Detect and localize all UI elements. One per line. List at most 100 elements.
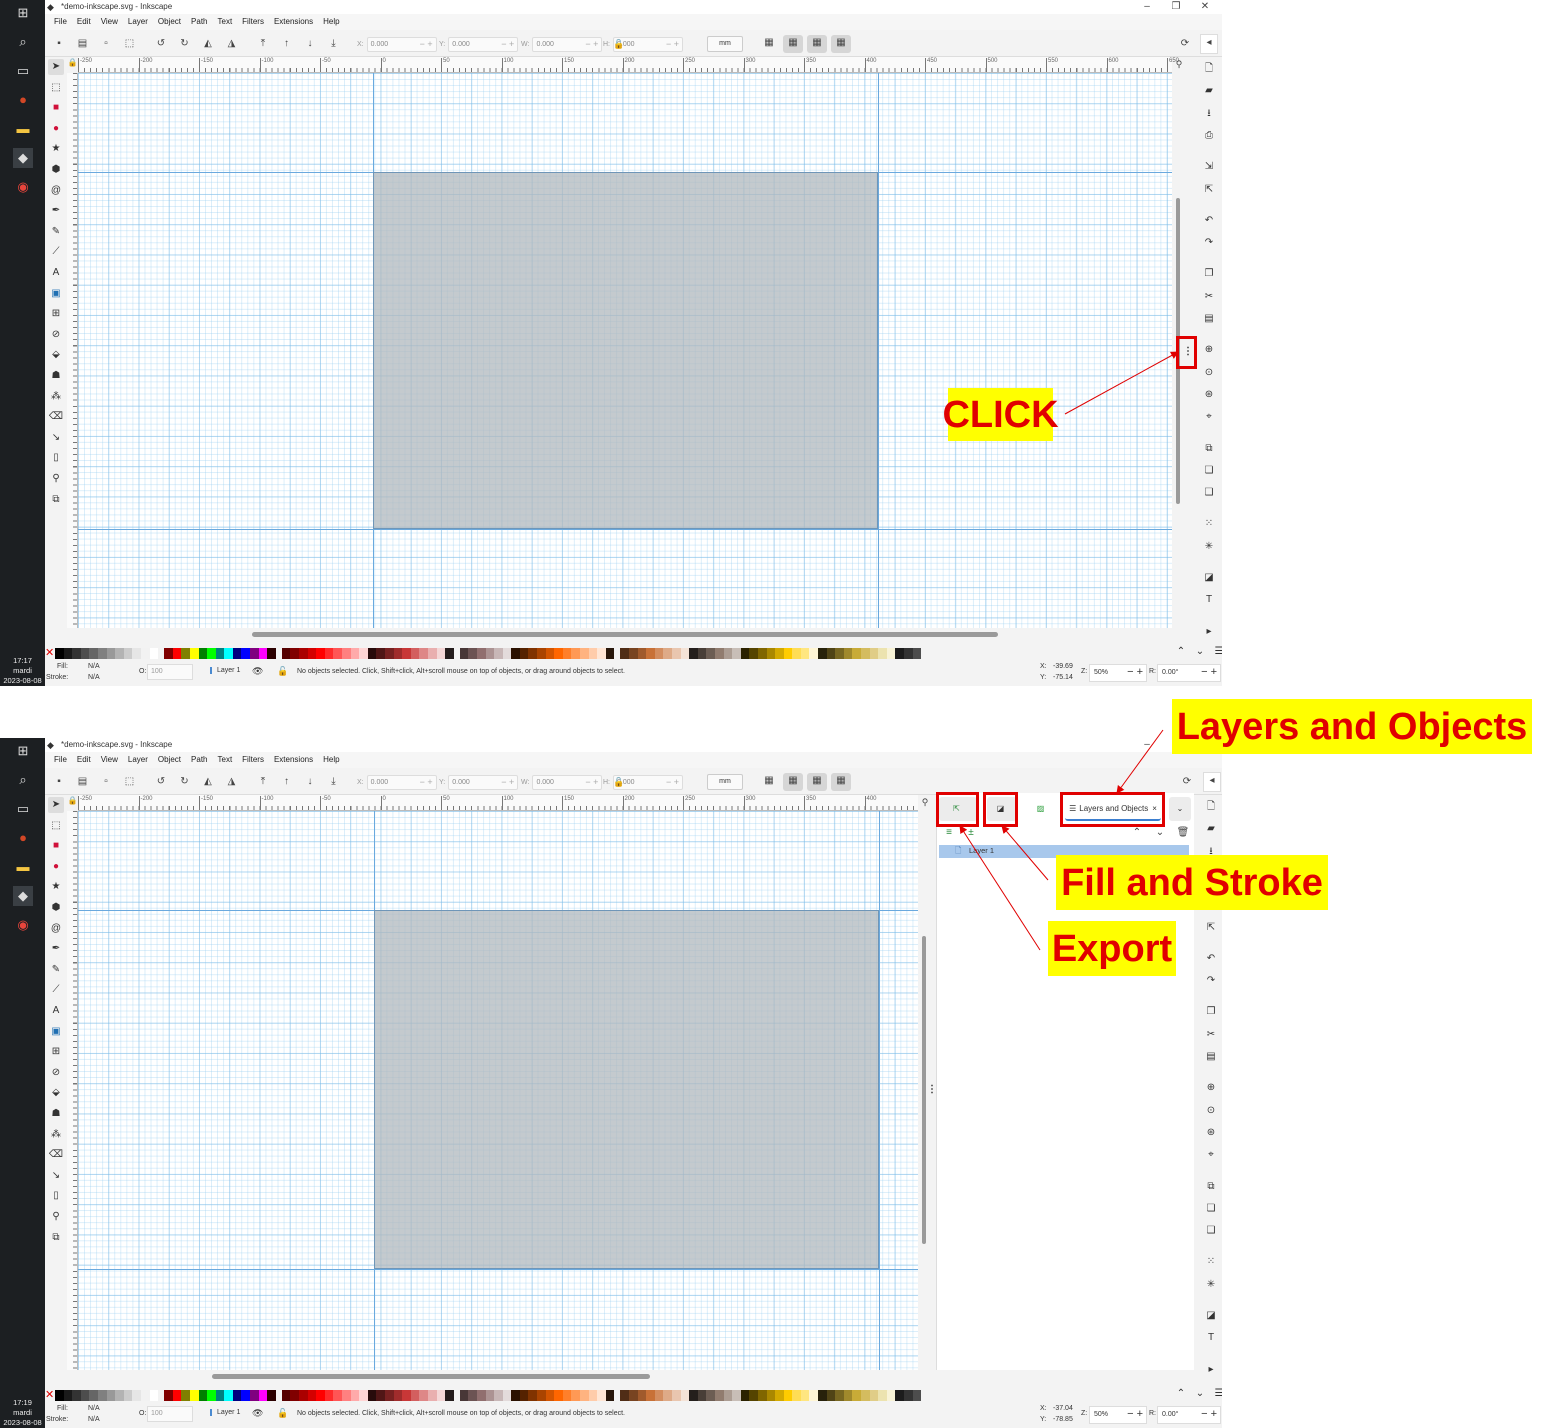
color-swatch[interactable] (597, 1390, 606, 1401)
color-swatch[interactable] (605, 1390, 615, 1401)
color-swatch[interactable] (376, 1390, 385, 1401)
color-swatch[interactable] (554, 648, 563, 659)
snap-icon[interactable]: ⟳ (1177, 36, 1193, 52)
vertical-ruler[interactable] (67, 73, 78, 628)
stepper[interactable]: − + (420, 38, 433, 51)
color-swatch[interactable] (904, 648, 913, 659)
menu-text[interactable]: Text (213, 14, 238, 30)
raise-icon[interactable]: ↑ (279, 774, 295, 790)
color-swatch[interactable] (198, 648, 208, 659)
color-swatch[interactable] (476, 1390, 486, 1401)
zoom-drawing-icon[interactable]: ⊙ (1203, 1103, 1219, 1119)
ungroup-icon[interactable]: ✳ (1201, 539, 1217, 555)
color-swatch[interactable] (342, 1390, 351, 1401)
tweak-icon[interactable]: ☗ (48, 1106, 64, 1122)
color-swatch[interactable] (869, 1390, 879, 1401)
close-button[interactable]: ✕ (1191, 0, 1219, 14)
flip-h-icon[interactable]: ◭ (200, 36, 216, 52)
file-explorer-icon[interactable]: ▬ (13, 119, 33, 139)
menu-extensions[interactable]: Extensions (269, 14, 318, 30)
paste-icon[interactable]: ▤ (1201, 311, 1217, 327)
redo-icon[interactable]: ↷ (1203, 973, 1219, 989)
color-swatch[interactable] (402, 648, 411, 659)
color-swatch[interactable] (714, 1390, 724, 1401)
text-icon[interactable]: A (48, 1003, 64, 1019)
color-swatch[interactable] (181, 1390, 190, 1401)
transform-pattern-icon[interactable]: ▦ (831, 35, 851, 53)
color-swatch[interactable] (299, 648, 308, 659)
color-swatch[interactable] (697, 648, 707, 659)
mesh-icon[interactable]: ⊞ (48, 1044, 64, 1060)
menu-view[interactable]: View (96, 752, 123, 768)
color-swatch[interactable] (835, 1390, 844, 1401)
palette-menu-icon[interactable]: ☰ (1212, 646, 1222, 660)
ellipse-icon[interactable]: ● (48, 859, 64, 875)
color-swatch[interactable] (427, 1390, 437, 1401)
group-icon[interactable]: ⁙ (1203, 1254, 1219, 1270)
color-swatch[interactable] (123, 648, 133, 659)
deselect-icon[interactable]: ▫ (98, 774, 114, 790)
guide-horizontal[interactable] (78, 1269, 918, 1270)
color-swatch[interactable] (749, 648, 758, 659)
color-swatch[interactable] (359, 1390, 368, 1401)
zoom-icon[interactable]: ⚲ (48, 1209, 64, 1225)
color-swatch[interactable] (281, 1390, 291, 1401)
color-swatch[interactable] (775, 648, 784, 659)
export-icon[interactable]: ⇱ (1201, 182, 1217, 198)
export-icon[interactable]: ⇱ (1203, 920, 1219, 936)
scale-corners-icon[interactable]: ▦ (783, 35, 803, 53)
lower-icon[interactable]: ↓ (302, 774, 318, 790)
color-swatch[interactable] (80, 1390, 90, 1401)
raise-icon[interactable]: ↑ (279, 36, 295, 52)
color-swatch[interactable] (886, 1390, 896, 1401)
taskbar-clock[interactable]: 17:19 mardi 2023-08-08 (0, 1398, 45, 1428)
search-icon[interactable]: ⌕ (13, 770, 33, 790)
color-swatch[interactable] (115, 1390, 124, 1401)
zoom-page-icon[interactable]: ⊛ (1203, 1125, 1219, 1141)
menu-edit[interactable]: Edit (72, 752, 96, 768)
windows-icon[interactable]: ⊞ (13, 3, 33, 23)
color-swatch[interactable] (123, 1390, 133, 1401)
color-swatch[interactable] (886, 648, 896, 659)
color-swatch[interactable] (63, 648, 73, 659)
cut-icon[interactable]: ✂ (1201, 289, 1217, 305)
transform-gradient-icon[interactable]: ▦ (807, 773, 827, 791)
color-swatch[interactable] (511, 648, 520, 659)
color-swatch[interactable] (843, 1390, 853, 1401)
star-icon[interactable]: ★ (48, 879, 64, 895)
more-icon[interactable]: ▸ (1203, 1362, 1219, 1378)
color-swatch[interactable] (250, 648, 259, 659)
fill-stroke-icon[interactable]: ◪ (1201, 570, 1217, 586)
color-swatch[interactable] (189, 648, 199, 659)
color-swatch[interactable] (342, 648, 351, 659)
color-swatch[interactable] (588, 648, 598, 659)
color-swatch[interactable] (680, 648, 690, 659)
color-swatch[interactable] (393, 1390, 403, 1401)
color-swatch[interactable] (468, 648, 477, 659)
color-swatch[interactable] (878, 648, 887, 659)
raise-top-icon[interactable]: ⤒ (255, 774, 271, 790)
zoom-selection-icon[interactable]: ⊕ (1201, 342, 1217, 358)
drawing-canvas[interactable] (78, 73, 1172, 628)
menu-object[interactable]: Object (153, 14, 186, 30)
color-swatch[interactable] (757, 648, 767, 659)
gradient-icon[interactable]: ▣ (48, 1024, 64, 1040)
color-swatch[interactable] (706, 648, 715, 659)
color-swatch[interactable] (629, 1390, 638, 1401)
pencil-icon[interactable]: ✎ (48, 962, 64, 978)
clone-icon[interactable]: ❏ (1201, 463, 1217, 479)
color-swatch[interactable] (290, 648, 300, 659)
menu-file[interactable]: File (49, 752, 72, 768)
color-swatch[interactable] (436, 648, 446, 659)
zoom-stepper[interactable]: − + (1127, 666, 1143, 678)
color-swatch[interactable] (783, 1390, 793, 1401)
unlink-clone-icon[interactable]: ❑ (1201, 485, 1217, 501)
color-swatch[interactable] (376, 648, 385, 659)
minimize-button[interactable]: – (1133, 738, 1161, 752)
color-swatch[interactable] (402, 1390, 411, 1401)
toggle-panel-icon[interactable]: ◂ (1203, 772, 1221, 792)
color-swatch[interactable] (852, 1390, 862, 1401)
zoom-stepper[interactable]: − + (1127, 1408, 1143, 1420)
clone-icon[interactable]: ❏ (1203, 1201, 1219, 1217)
menu-layer[interactable]: Layer (123, 752, 153, 768)
